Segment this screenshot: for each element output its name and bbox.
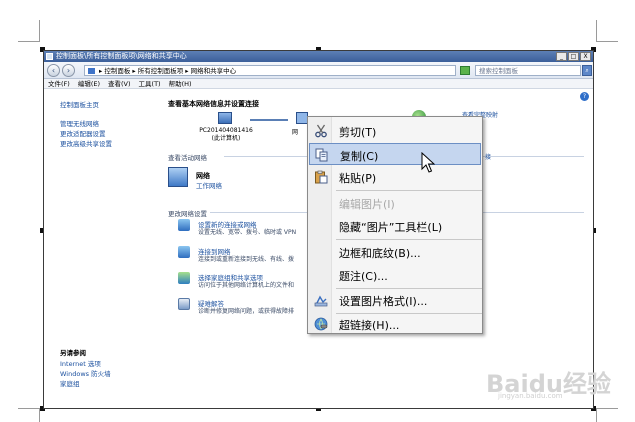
active-networks-title: 查看活动网络: [168, 154, 207, 162]
format-picture-icon: [314, 295, 328, 307]
menu-item-label: 编辑图片(I): [339, 198, 395, 211]
menu-separator: [336, 239, 482, 240]
menu-item-label: 超链接(H)...: [339, 319, 400, 332]
document-page: 控制面板\所有控制面板项\网络和共享中心 _ □ X ‹ › ▸ 控制面板 ▸ …: [0, 0, 635, 422]
page-corner-mark: [18, 408, 40, 422]
menu-item-label: 粘贴(P): [339, 172, 377, 185]
context-menu: 剪切(T) 复制(C) 粘贴(P) 编辑图片(I) 隐藏“图片”工具栏(L) 边…: [307, 116, 483, 334]
address-toolbar: ‹ › ▸ 控制面板 ▸ 所有控制面板项 ▸ 网络和共享中心 搜索控制面板 ⌕: [44, 62, 593, 79]
computer-sub: (此计算机): [211, 135, 241, 142]
menu-item-label: 复制(C): [340, 150, 379, 163]
page-corner-mark: [18, 20, 40, 42]
task-desc: 访问位于其他网络计算机上的文件和: [198, 282, 295, 289]
menu-item-label: 边框和底纹(B)...: [339, 247, 421, 260]
task-desc: 设置无线、宽带、拨号、临时或 VPN: [198, 229, 297, 236]
menu-item-format-picture[interactable]: 设置图片格式(I)...: [309, 289, 481, 311]
computer-name: PC201404081416: [199, 127, 253, 134]
page-corner-mark: [596, 20, 618, 42]
address-path: ▸ 控制面板 ▸ 所有控制面板项 ▸ 网络和共享中心: [99, 67, 237, 75]
minimize-button[interactable]: _: [556, 52, 567, 61]
menu-bar: 文件(F) 编辑(E) 查看(V) 工具(T) 帮助(H): [44, 79, 593, 89]
menu-help[interactable]: 帮助(H): [169, 79, 192, 88]
see-also-firewall[interactable]: Windows 防火墙: [60, 368, 111, 378]
menu-item-borders-shading[interactable]: 边框和底纹(B)...: [309, 241, 481, 263]
connect-network-icon: [178, 246, 190, 258]
menu-item-cut[interactable]: 剪切(T): [309, 120, 481, 142]
menu-separator: [336, 190, 482, 191]
menu-item-copy[interactable]: 复制(C): [309, 143, 481, 165]
network-icon: [168, 167, 188, 187]
see-also-title: 另请参阅: [60, 349, 86, 357]
control-panel-icon: [46, 53, 53, 60]
computer-label: PC201404081416 (此计算机): [190, 127, 262, 143]
window-title: 控制面板\所有控制面板项\网络和共享中心: [56, 52, 187, 60]
see-also-homegroup[interactable]: 家庭组: [60, 378, 80, 388]
homegroup-icon: [178, 272, 190, 284]
search-input[interactable]: 搜索控制面板: [475, 65, 581, 76]
computer-icon: [218, 112, 232, 124]
menu-tools[interactable]: 工具(T): [139, 79, 161, 88]
forward-button[interactable]: ›: [62, 64, 75, 77]
maximize-button[interactable]: □: [568, 52, 579, 61]
page-corner-mark: [596, 408, 618, 422]
menu-item-hyperlink[interactable]: 超链接(H)...: [309, 313, 481, 335]
mouse-cursor-icon: [421, 152, 435, 173]
menu-item-hide-picture-toolbar[interactable]: 隐藏“图片”工具栏(L): [309, 215, 481, 237]
sidebar-home-link[interactable]: 控制面板主页: [60, 99, 99, 109]
sidebar-link-sharing[interactable]: 更改高级共享设置: [60, 138, 112, 148]
scissors-icon: [315, 124, 327, 138]
change-settings-title: 更改网络设置: [168, 210, 207, 218]
paste-icon: [315, 170, 328, 184]
menu-file[interactable]: 文件(F): [48, 79, 70, 88]
network-node-label: 网: [292, 129, 299, 136]
sidebar-link-wireless[interactable]: 管理无线网络: [60, 118, 99, 128]
baidu-watermark-url: jingyan.baidu.com: [498, 392, 563, 400]
network-type-link[interactable]: 工作网络: [196, 180, 222, 190]
refresh-icon[interactable]: [460, 66, 470, 75]
menu-view[interactable]: 查看(V): [108, 79, 131, 88]
menu-item-edit-picture: 编辑图片(I): [309, 192, 481, 214]
close-button[interactable]: X: [580, 52, 591, 61]
menu-item-paste[interactable]: 粘贴(P): [309, 166, 481, 188]
connection-line: [250, 119, 288, 121]
menu-item-label: 隐藏“图片”工具栏(L): [339, 221, 443, 234]
help-icon[interactable]: ?: [580, 92, 589, 101]
control-panel-icon: [88, 68, 95, 74]
menu-item-label: 题注(C)...: [339, 270, 388, 283]
connect-link-fragment[interactable]: 接: [485, 152, 491, 161]
sidebar-link-adapter[interactable]: 更改适配器设置: [60, 128, 106, 138]
copy-icon: [315, 148, 328, 162]
window-titlebar: 控制面板\所有控制面板项\网络和共享中心 _ □ X: [44, 51, 593, 62]
menu-edit[interactable]: 编辑(E): [78, 79, 100, 88]
menu-item-label: 剪切(T): [339, 126, 377, 139]
address-bar[interactable]: ▸ 控制面板 ▸ 所有控制面板项 ▸ 网络和共享中心: [84, 65, 456, 76]
troubleshoot-icon: [178, 298, 190, 310]
sidebar: 控制面板主页 管理无线网络 更改适配器设置 更改高级共享设置 另请参阅 Inte…: [44, 90, 154, 408]
task-desc: 诊断并修复网络问题，或获得故障排: [198, 308, 295, 315]
hyperlink-icon: [314, 317, 328, 331]
see-also-internet[interactable]: Internet 选项: [60, 358, 101, 368]
page-title: 查看基本网络信息并设置连接: [168, 100, 259, 108]
menu-item-label: 设置图片格式(I)...: [339, 295, 428, 308]
task-desc: 连接到或重新连接到无线、有线、拨: [198, 256, 295, 263]
back-button[interactable]: ‹: [47, 64, 60, 77]
new-connection-icon: [178, 219, 190, 231]
search-icon[interactable]: ⌕: [582, 65, 592, 76]
menu-item-caption[interactable]: 题注(C)...: [309, 264, 481, 286]
